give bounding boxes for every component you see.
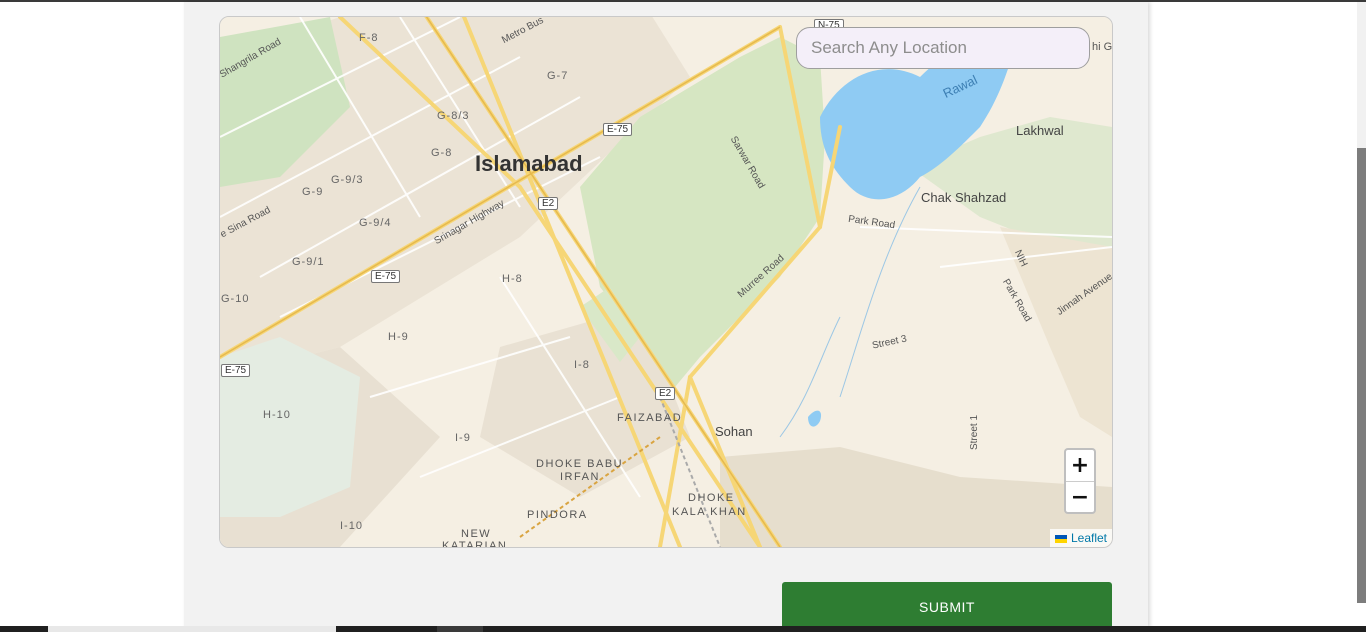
- label-islamabad: Islamabad: [475, 151, 583, 176]
- label-g94: G-9/4: [359, 217, 392, 229]
- label-dhoke: DHOKE: [688, 492, 735, 504]
- map-container[interactable]: Islamabad Chak Shahzad Lakhwal Sohan Raw…: [219, 16, 1113, 548]
- taskbar-item[interactable]: [48, 626, 336, 632]
- label-g9: G-9: [302, 186, 324, 198]
- label-dhoke-babu: DHOKE BABU: [536, 458, 624, 470]
- label-lakhwal: Lakhwal: [1016, 123, 1064, 138]
- label-i10: I-10: [340, 520, 363, 532]
- shield-e75-b: E-75: [371, 270, 401, 283]
- label-i8: I-8: [574, 359, 590, 371]
- label-sohan: Sohan: [715, 424, 753, 439]
- shield-e2-a: E2: [538, 197, 559, 210]
- label-new: NEW: [461, 528, 492, 540]
- label-faizabad: FAIZABAD: [617, 412, 683, 424]
- label-g7: G-7: [547, 70, 569, 82]
- label-chak-shahzad: Chak Shahzad: [921, 190, 1007, 205]
- label-h9: H-9: [388, 331, 409, 343]
- label-g10: G-10: [221, 293, 250, 305]
- ukraine-flag-icon: [1054, 535, 1067, 543]
- label-g91: G-9/1: [292, 256, 325, 268]
- shield-e75-c: E-75: [221, 364, 251, 377]
- label-g93: G-9/3: [331, 174, 364, 186]
- scrollbar-thumb[interactable]: [1357, 148, 1366, 603]
- attribution: Leaflet: [1049, 529, 1112, 547]
- submit-button[interactable]: SUBMIT: [782, 582, 1112, 632]
- zoom-out-button[interactable]: −: [1066, 482, 1094, 512]
- label-g83: G-8/3: [437, 110, 470, 122]
- search-input[interactable]: [796, 27, 1090, 69]
- leaflet-link[interactable]: Leaflet: [1071, 531, 1107, 545]
- label-h8: H-8: [502, 273, 523, 285]
- label-pindora: PINDORA: [527, 509, 588, 521]
- label-street-1: Street 1: [969, 414, 981, 451]
- shield-e2-b: E2: [655, 387, 676, 400]
- label-h10: H-10: [263, 409, 291, 421]
- map-tiles[interactable]: [220, 17, 1112, 547]
- zoom-in-button[interactable]: +: [1066, 450, 1094, 482]
- label-g8: G-8: [431, 147, 453, 159]
- zoom-control: + −: [1064, 448, 1096, 514]
- label-irfan: IRFAN: [560, 471, 600, 483]
- label-katarian: KATARIAN: [442, 540, 508, 548]
- label-f8: F-8: [359, 32, 379, 44]
- shield-e75-a: E-75: [603, 123, 633, 136]
- label-kala-khan: KALA KHAN: [672, 506, 747, 518]
- label-hi-g: hi G: [1092, 41, 1113, 53]
- taskbar-item[interactable]: [437, 626, 483, 632]
- label-i9: I-9: [455, 432, 471, 444]
